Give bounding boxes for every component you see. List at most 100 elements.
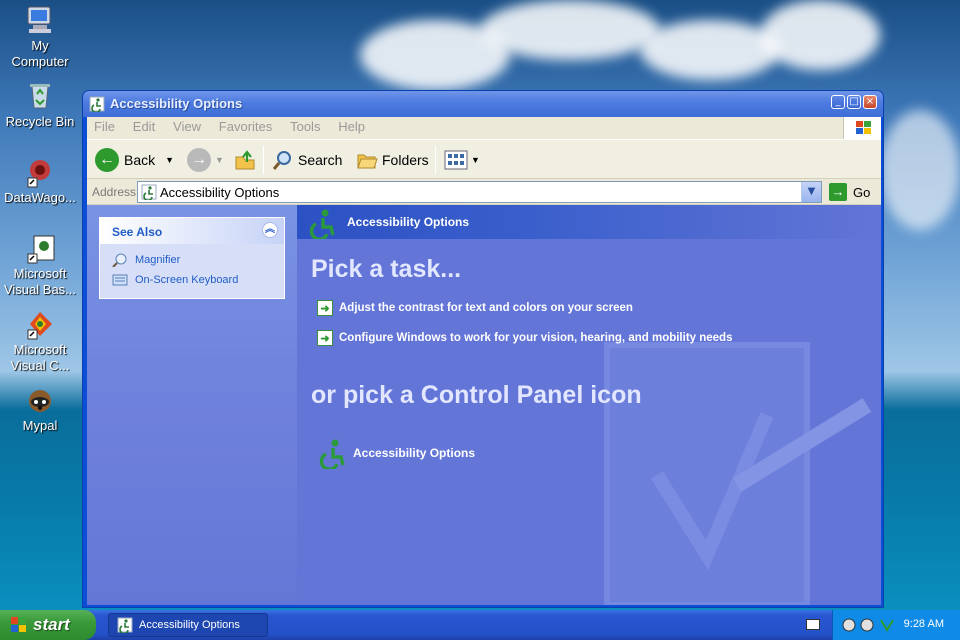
toolbar-separator [435, 146, 436, 174]
system-tray: 9:28 AM [832, 610, 960, 640]
views-button[interactable]: ▼ [443, 146, 480, 174]
collapse-chevron-icon[interactable]: ︽ [262, 222, 278, 238]
magnifier-icon [112, 253, 127, 267]
pick-icon-heading: or pick a Control Panel icon [311, 381, 642, 409]
control-panel-icon-accessibility[interactable]: Accessibility Options [315, 437, 475, 469]
minimize-button[interactable]: _ [831, 95, 845, 109]
folders-icon [357, 154, 378, 169]
tray-accessibility-icon[interactable] [841, 616, 897, 634]
forward-arrow-icon: → [187, 148, 211, 172]
address-value: Accessibility Options [160, 185, 280, 200]
desktop-icon-visual-basic[interactable]: Microsoft Visual Bas... [0, 232, 80, 298]
address-input[interactable]: Accessibility Options ▼ [137, 181, 822, 203]
accessibility-icon [141, 184, 157, 202]
see-also-onscreen-keyboard-link[interactable]: On-Screen Keyboard [112, 272, 238, 288]
desktop-icon-visual-c[interactable]: Microsoft Visual C... [0, 308, 80, 374]
toolbar: ← Back ▼ → ▼ Search Folders ▼ [87, 139, 881, 179]
keyboard-icon [112, 274, 128, 286]
go-arrow-icon: → [829, 183, 847, 201]
views-icon [444, 150, 468, 170]
accessibility-icon [319, 439, 345, 469]
maximize-button[interactable]: □ [847, 95, 861, 109]
folders-button[interactable]: Folders [355, 146, 429, 174]
accessibility-icon [89, 96, 105, 114]
title-bar[interactable]: Accessibility Options _ □ × [83, 91, 883, 117]
desktop-icon-label: Visual Bas... [3, 282, 77, 297]
address-dropdown-button[interactable]: ▼ [801, 182, 821, 202]
task-arrow-icon: ➜ [317, 300, 333, 316]
chevron-down-icon: ▼ [165, 155, 175, 165]
search-icon [272, 151, 291, 170]
cloud-decoration [760, 0, 880, 70]
taskbar-item-label: Accessibility Options [139, 619, 240, 631]
explorer-window: Accessibility Options _ □ × File Edit Vi… [82, 90, 884, 608]
go-button[interactable]: → Go [829, 182, 870, 202]
menu-view[interactable]: View [166, 117, 208, 137]
go-label: Go [853, 184, 871, 200]
cloud-decoration [880, 110, 960, 230]
desktop-icon-label: Computer [11, 54, 69, 69]
desktop-icon-label: Recycle Bin [5, 114, 75, 129]
address-label: Address [92, 185, 137, 199]
menu-edit[interactable]: Edit [126, 117, 162, 137]
task-label: Configure Windows to work for your visio… [339, 332, 733, 344]
cloud-decoration [640, 20, 780, 80]
back-label: Back [124, 152, 156, 168]
search-button[interactable]: Search [271, 146, 342, 174]
keyboard-icon[interactable] [806, 619, 820, 630]
up-folder-button[interactable] [233, 146, 257, 174]
content-area: See Also ︽ Magnifier On-Screen Keyboard [87, 205, 881, 605]
menu-tools[interactable]: Tools [283, 117, 327, 137]
task-label: Adjust the contrast for text and colors … [339, 302, 633, 314]
accessibility-icon [305, 207, 337, 241]
address-bar: Address Accessibility Options ▼ → Go [87, 179, 881, 205]
visual-basic-icon [24, 232, 56, 264]
search-label: Search [298, 152, 343, 168]
window-title: Accessibility Options [110, 96, 243, 111]
accessibility-icon [117, 617, 133, 633]
start-label: start [33, 615, 70, 634]
control-panel-icon-label: Accessibility Options [353, 446, 476, 460]
menu-bar: File Edit View Favorites Tools Help [87, 117, 881, 139]
forward-button[interactable]: → ▼ [187, 146, 224, 174]
task-link-configure[interactable]: ➜ Configure Windows to work for your vis… [317, 330, 732, 346]
my-computer-icon [24, 4, 56, 36]
menu-file[interactable]: File [87, 117, 122, 137]
back-button[interactable]: ← Back ▼ [95, 146, 174, 174]
up-folder-icon [235, 150, 255, 170]
desktop-icon-my-computer[interactable]: My Computer [0, 4, 80, 70]
chevron-down-icon: ▼ [215, 155, 224, 165]
desktop-icon-mypal[interactable]: Mypal [0, 384, 80, 434]
see-also-title: See Also [112, 225, 163, 239]
desktop-icon-recycle-bin[interactable]: Recycle Bin [0, 80, 80, 130]
see-also-header[interactable]: See Also ︽ [100, 218, 284, 244]
desktop-icon-label: Mypal [22, 418, 58, 433]
checkmark-watermark-icon [604, 342, 872, 605]
close-button[interactable]: × [863, 95, 877, 109]
windows-logo-icon [11, 617, 26, 632]
taskbar: start Accessibility Options 9:28 AM [0, 610, 960, 640]
folders-label: Folders [382, 152, 429, 168]
recycle-bin-icon [24, 80, 56, 112]
menu-favorites[interactable]: Favorites [212, 117, 279, 137]
desktop-icon-datawagon[interactable]: DataWago... [0, 156, 80, 206]
windows-logo-icon [843, 117, 881, 139]
back-arrow-icon: ← [95, 148, 119, 172]
cloud-decoration [480, 0, 660, 60]
see-also-panel: See Also ︽ Magnifier On-Screen Keyboard [99, 217, 285, 299]
datawagon-icon [24, 156, 56, 188]
desktop-icon-label: Microsoft [13, 266, 67, 281]
task-pane: See Also ︽ Magnifier On-Screen Keyboard [87, 205, 297, 605]
desktop-icon-label: DataWago... [4, 190, 76, 205]
menu-help[interactable]: Help [331, 117, 372, 137]
task-link-contrast[interactable]: ➜ Adjust the contrast for text and color… [317, 300, 633, 316]
visual-c-icon [24, 308, 56, 340]
see-also-magnifier-link[interactable]: Magnifier [112, 252, 180, 268]
clock[interactable]: 9:28 AM [904, 618, 944, 630]
see-also-item-label: Magnifier [135, 254, 181, 266]
category-header: Accessibility Options [297, 205, 881, 241]
toolbar-separator [263, 146, 264, 174]
start-button[interactable]: start [0, 610, 96, 640]
taskbar-item-accessibility-options[interactable]: Accessibility Options [108, 613, 268, 637]
task-arrow-icon: ➜ [317, 330, 333, 346]
